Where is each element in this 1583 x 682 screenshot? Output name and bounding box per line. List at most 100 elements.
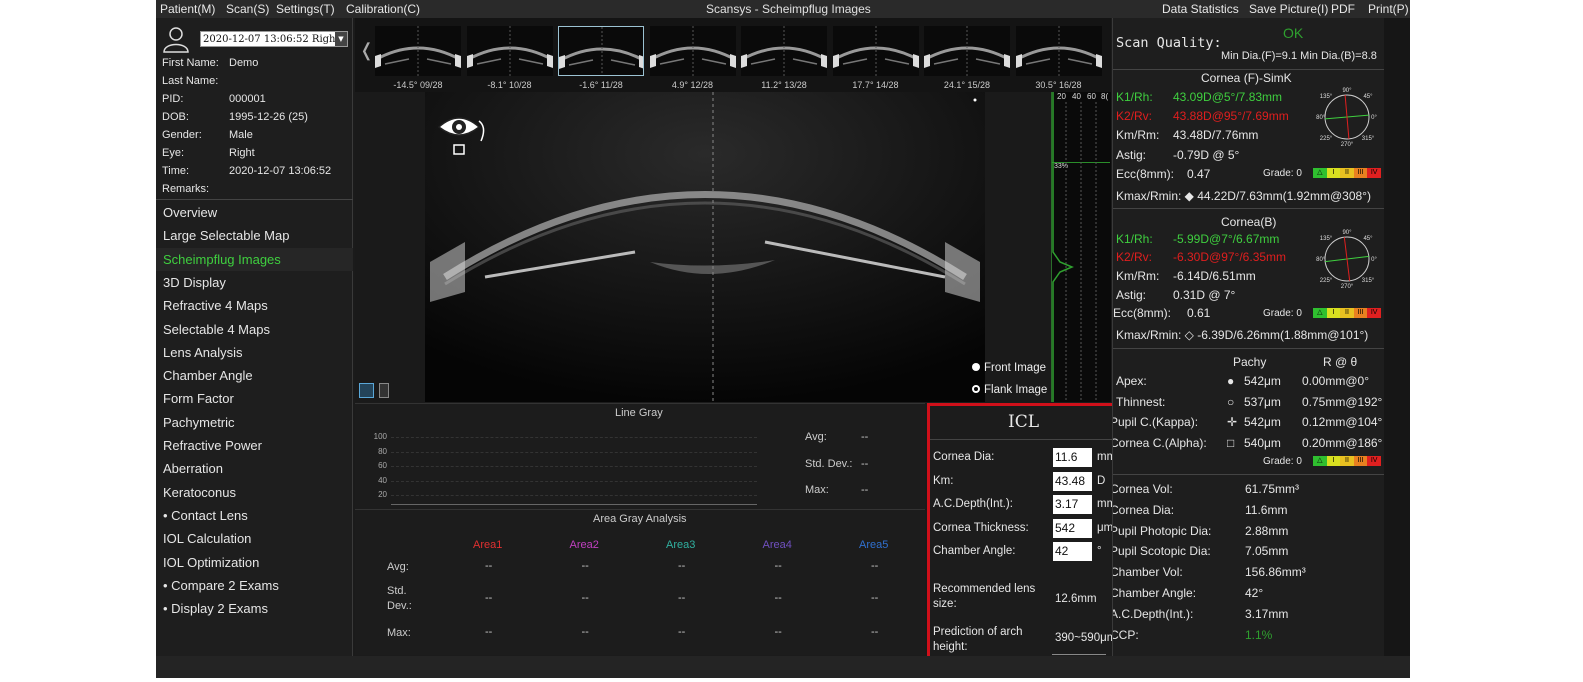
chevron-down-icon[interactable]: ▼ bbox=[335, 32, 347, 46]
nav-item[interactable]: Refractive 4 Maps bbox=[156, 294, 353, 317]
icl-field-unit: ° bbox=[1097, 545, 1102, 557]
pachy-row-label: Pupil C.(Kappa): bbox=[1112, 415, 1199, 429]
vertical-scrollbar[interactable] bbox=[1384, 18, 1410, 656]
area-cell: -- bbox=[774, 592, 782, 604]
line-avg-value: -- bbox=[861, 431, 869, 443]
compass-label: 90° bbox=[1342, 88, 1352, 94]
grade-segment: II bbox=[1340, 456, 1354, 466]
menu-pdf[interactable]: PDF bbox=[1331, 2, 1355, 16]
stat-value: 42° bbox=[1245, 586, 1264, 600]
nav-item[interactable]: IOL Calculation bbox=[156, 527, 353, 550]
patient-field-value: 1995-12-26 (25) bbox=[229, 111, 308, 123]
nav-item[interactable]: Overview bbox=[156, 201, 353, 224]
nav-item[interactable]: Refractive Power bbox=[156, 434, 353, 457]
scan-thumbnail[interactable] bbox=[924, 26, 1010, 76]
nav-item[interactable]: Chamber Angle bbox=[156, 364, 353, 387]
compass-label: 180° bbox=[1316, 257, 1326, 263]
patient-field-value: Right bbox=[229, 147, 255, 159]
y-tick-label: 80 bbox=[378, 446, 387, 456]
patient-info: 2020-12-07 13:06:52 Right ▼ First Name: D… bbox=[156, 18, 353, 200]
exam-select[interactable]: 2020-12-07 13:06:52 Right ▼ bbox=[200, 31, 348, 47]
nav-item[interactable]: Selectable 4 Maps bbox=[156, 318, 353, 341]
menu-settings[interactable]: Settings(T) bbox=[276, 2, 335, 16]
icl-field-input[interactable]: 3.17 bbox=[1053, 495, 1092, 514]
split-view-icon[interactable] bbox=[379, 383, 389, 398]
scan-thumbnail[interactable] bbox=[741, 26, 827, 76]
compass-label: 90° bbox=[1342, 230, 1352, 236]
cornea-front-title: Cornea (F)-SimK bbox=[1201, 71, 1292, 85]
pachy-row-r-theta: 0.20mm@186° bbox=[1302, 435, 1383, 450]
icl-field-input[interactable]: 43.48 bbox=[1053, 471, 1092, 491]
nav-item[interactable]: Scheimpflug Images bbox=[156, 247, 353, 271]
pachy-symbol-icon: □ bbox=[1227, 435, 1235, 450]
nav-item[interactable]: Large Selectable Map bbox=[156, 224, 353, 247]
menu-print[interactable]: Print(P) bbox=[1368, 2, 1409, 16]
area-header: Area3 bbox=[666, 539, 696, 551]
scan-thumbnail[interactable] bbox=[1015, 26, 1102, 76]
grade-segment: III bbox=[1353, 456, 1368, 466]
back-grade: Grade: 0 bbox=[1263, 308, 1302, 319]
patient-field-value: 2020-12-07 13:06:52 bbox=[229, 165, 332, 177]
menu-patient[interactable]: Patient(M) bbox=[160, 2, 215, 16]
nav-item[interactable]: Lens Analysis bbox=[156, 341, 353, 364]
icl-field-unit: μm bbox=[1097, 521, 1114, 534]
icl-field-label: Cornea Thickness: bbox=[933, 521, 1029, 534]
pachy-grade-bar: △ I II III IV bbox=[1313, 456, 1381, 466]
radio-checked-icon bbox=[972, 363, 980, 371]
chevron-left-icon[interactable]: ❬ bbox=[359, 40, 374, 61]
back-ecc-label: Ecc(8mm): bbox=[1113, 306, 1171, 320]
scan-thumbnail[interactable] bbox=[832, 26, 919, 76]
nav-item[interactable]: Pachymetric bbox=[156, 411, 353, 434]
y-tick-label: 20 bbox=[378, 490, 387, 499]
y-tick-label: 40 bbox=[378, 475, 387, 485]
back-k2-value: -6.30D@97°/6.35mm bbox=[1173, 250, 1287, 264]
menu-calibration[interactable]: Calibration(C) bbox=[346, 2, 420, 16]
patient-field-label: Remarks: bbox=[162, 183, 210, 195]
nav-item[interactable]: IOL Optimization bbox=[156, 551, 353, 574]
app-window: Patient(M) Scan(S) Settings(T) Calibrati… bbox=[156, 0, 1410, 678]
pachy-row-label: Cornea C.(Alpha): bbox=[1112, 435, 1207, 450]
back-k1-value: -5.99D@7°/6.67mm bbox=[1173, 232, 1280, 246]
pachy-row-r-theta: 0.12mm@104° bbox=[1302, 415, 1383, 429]
grid-line bbox=[391, 466, 757, 467]
scan-thumbnail[interactable] bbox=[466, 26, 553, 76]
grade-segment: △ bbox=[1313, 308, 1327, 318]
scan-thumbnail[interactable] bbox=[558, 26, 644, 76]
icl-field-input[interactable]: 11.6 bbox=[1053, 448, 1092, 467]
left-panel: 2020-12-07 13:06:52 Right ▼ First Name: D… bbox=[156, 18, 353, 656]
cornea-back-title: Cornea(B) bbox=[1221, 215, 1277, 229]
view-toggle-icon[interactable] bbox=[359, 383, 374, 398]
nav-item[interactable]: 3D Display bbox=[156, 271, 353, 294]
thumbnail-label: -8.1° 10/28 bbox=[487, 80, 532, 90]
icl-field-input[interactable]: 542 bbox=[1053, 518, 1092, 538]
menu-data-statistics[interactable]: Data Statistics bbox=[1162, 2, 1239, 16]
back-k1-label: K1/Rh: bbox=[1116, 232, 1153, 246]
nav-item[interactable]: • Display 2 Exams bbox=[156, 597, 353, 620]
front-ecc-value: 0.47 bbox=[1187, 167, 1211, 181]
status-bar bbox=[156, 656, 1410, 678]
stat-label: Pupil Scotopic Dia: bbox=[1112, 544, 1211, 559]
icl-field-label: Chamber Angle: bbox=[933, 545, 1016, 557]
menu-save-picture[interactable]: Save Picture(I) bbox=[1249, 2, 1328, 16]
nav-item[interactable]: Keratoconus bbox=[156, 481, 353, 504]
menu-scan[interactable]: Scan(S) bbox=[226, 2, 269, 16]
front-image-radio[interactable]: Front Image bbox=[972, 362, 1046, 374]
scan-thumbnail[interactable] bbox=[649, 26, 736, 76]
line-max-label: Max: bbox=[805, 484, 829, 496]
nav-item[interactable]: Aberration bbox=[156, 457, 353, 480]
compass-label: 225° bbox=[1320, 278, 1333, 284]
back-astig-value: 0.31D @ 7° bbox=[1173, 288, 1236, 302]
icl-field-input[interactable]: 42 bbox=[1053, 542, 1092, 561]
scan-thumbnail[interactable] bbox=[375, 26, 461, 76]
r-theta-header: R @ θ bbox=[1323, 355, 1358, 369]
flank-image-radio[interactable]: Flank Image bbox=[972, 384, 1047, 396]
nav-item[interactable]: • Compare 2 Exams bbox=[156, 574, 353, 597]
y-tick-label: 60 bbox=[378, 461, 387, 470]
icl-field-label: A.C.Depth(Int.): bbox=[933, 498, 1013, 510]
thumbnail-label: 11.2° 13/28 bbox=[761, 80, 807, 90]
nav-item[interactable]: • Contact Lens bbox=[156, 504, 353, 527]
grid-line bbox=[391, 495, 757, 496]
patient-field-value: 000001 bbox=[229, 93, 266, 105]
nav-item[interactable]: Form Factor bbox=[156, 387, 353, 410]
eye-icon[interactable] bbox=[435, 107, 491, 159]
